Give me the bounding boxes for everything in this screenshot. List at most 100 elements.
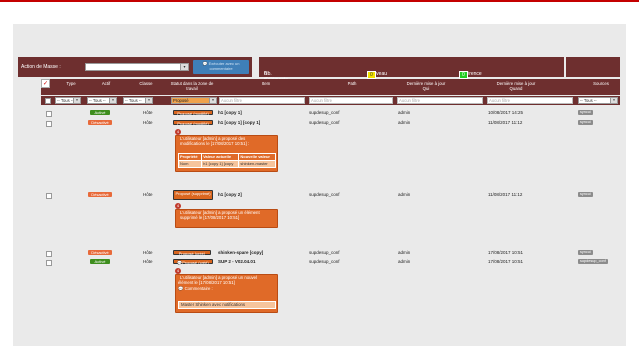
chevron-down-icon: ▾ bbox=[73, 98, 80, 103]
source-tag: syncui bbox=[578, 110, 593, 115]
item-cell[interactable]: h1 [copy 2] bbox=[218, 192, 242, 197]
filter-classe-select[interactable]: -- Tous -- ▾ bbox=[123, 97, 153, 104]
who-cell: admin bbox=[398, 120, 411, 125]
item-cell[interactable]: h1 [copy 1] [copy 1] bbox=[218, 120, 260, 125]
active-badge: Activé bbox=[90, 110, 110, 115]
filter-path-input[interactable]: Aucun filtre bbox=[309, 97, 393, 104]
status-badge[interactable]: Proposé (modifié) bbox=[173, 120, 213, 126]
path-cell: supdesup_conf bbox=[309, 259, 340, 264]
col-item[interactable]: Item bbox=[251, 81, 281, 86]
classe-cell: Hôte bbox=[143, 120, 153, 125]
row-checkbox[interactable] bbox=[46, 260, 52, 266]
col-active[interactable]: Actif bbox=[91, 81, 121, 86]
filter-when-input[interactable]: Aucun filtre bbox=[487, 97, 573, 104]
col-classe[interactable]: Classe bbox=[131, 81, 161, 86]
active-badge: Désactivé bbox=[88, 120, 112, 125]
filter-type-value: -- Tous -- bbox=[57, 98, 74, 103]
path-cell: supdesup_conf bbox=[309, 250, 340, 255]
source-tag: supdesup_conf bbox=[578, 259, 608, 264]
filter-row: -- Tous -- ▾ -- Tous -- ▾ -- Tous -- ▾ Prop… bbox=[41, 96, 620, 105]
execute-button-label: Exécuter avec un commentaire bbox=[208, 61, 240, 71]
change-table: Propriété Valeur actuelle Nouvelle valeur … bbox=[177, 153, 276, 168]
chevron-down-icon: ▾ bbox=[145, 98, 152, 103]
col-when: Quand bbox=[509, 86, 523, 91]
classe-cell: Hôte bbox=[143, 250, 153, 255]
status-label: Proposé (créé) bbox=[182, 260, 209, 265]
execute-with-comment-button[interactable]: 💬 Exécuter avec un commentaire bbox=[193, 60, 249, 74]
who-cell: admin bbox=[398, 250, 411, 255]
classe-cell: Hôte bbox=[143, 259, 153, 264]
path-cell: supdesup_conf bbox=[309, 110, 340, 115]
item-cell[interactable]: shinken-spare [copy] bbox=[218, 250, 263, 255]
source-tag: syncui bbox=[578, 192, 593, 197]
comment-text: Master Shinken avec notifications bbox=[178, 301, 276, 309]
active-badge: Désactivé bbox=[88, 192, 112, 197]
filter-statut-value: Proposé bbox=[173, 98, 189, 103]
filter-type-select[interactable]: -- Tous -- ▾ bbox=[55, 97, 81, 104]
who-cell: admin bbox=[398, 259, 411, 264]
comment-icon: 💬 bbox=[202, 61, 208, 66]
delete-popover: L'utilisateur [admin] a proposé un éléme… bbox=[175, 209, 278, 228]
mass-action-select[interactable]: ▾ bbox=[85, 63, 189, 71]
source-tag: syncui bbox=[578, 250, 593, 255]
filter-checkbox[interactable] bbox=[45, 98, 51, 104]
source-tag: syncui bbox=[578, 120, 593, 125]
th-current: Valeur actuelle bbox=[201, 153, 240, 161]
stats-bar-end bbox=[566, 57, 620, 77]
chevron-down-icon: ▾ bbox=[109, 98, 116, 103]
comment-heading: 💬 Commentaire : bbox=[176, 286, 277, 292]
chevron-down-icon: ▾ bbox=[180, 64, 188, 70]
filter-classe-value: -- Tous -- bbox=[125, 98, 142, 103]
comment-label: Commentaire : bbox=[184, 286, 213, 291]
when-cell: 10/08/2017 14:25 bbox=[488, 110, 524, 115]
filter-sources-value: -- Tous -- bbox=[580, 98, 597, 103]
path-cell: supdesup_conf bbox=[309, 120, 340, 125]
col-sources[interactable]: Sources bbox=[586, 81, 616, 86]
td-property: Nom bbox=[177, 160, 203, 168]
mass-action-bar: Action de Masse : ▾ 💬 Exécuter avec un c… bbox=[18, 57, 252, 77]
mass-action-label: Action de Masse : bbox=[21, 64, 61, 70]
item-cell[interactable]: SUP 2 - V02.04.01 bbox=[218, 259, 255, 264]
popover-text-2: modifications le [17/08/2017 10:51] : bbox=[180, 141, 250, 146]
col-path[interactable]: Path bbox=[337, 81, 367, 86]
classe-cell: Hôte bbox=[143, 192, 153, 197]
td-current: h1 [copy 1] [copy bbox=[201, 160, 240, 168]
who-cell: admin bbox=[398, 110, 411, 115]
th-property: Propriété bbox=[177, 153, 203, 161]
who-cell: admin bbox=[398, 192, 411, 197]
diff-count-badge[interactable]: 0 bbox=[459, 71, 468, 79]
path-cell: supdesup_conf bbox=[309, 192, 340, 197]
filter-active-select[interactable]: -- Tous -- ▾ bbox=[87, 97, 117, 104]
filter-active-value: -- Tous -- bbox=[89, 98, 106, 103]
filter-who-input[interactable]: Aucun filtre bbox=[397, 97, 483, 104]
classe-cell: Hôte bbox=[143, 110, 153, 115]
when-cell: 11/08/2017 11:12 bbox=[488, 192, 523, 197]
active-badge: Activé bbox=[90, 259, 110, 264]
select-all-checkbox[interactable]: ✓ bbox=[41, 79, 50, 88]
top-accent-line bbox=[0, 0, 639, 2]
when-cell: 17/08/2017 10:51 bbox=[488, 250, 524, 255]
row-checkbox[interactable] bbox=[46, 251, 52, 257]
table-header: Type Actif Classe Statut dans la zone de… bbox=[41, 79, 620, 95]
filter-statut-select[interactable]: Proposé ▾ bbox=[171, 97, 217, 104]
stats-bar: Nb. d'éléments : 0 / 5 Nouveau : 0 / 0 D… bbox=[259, 57, 564, 89]
col-who: Qui bbox=[422, 86, 430, 91]
filter-sources-select[interactable]: -- Tous -- ▾ bbox=[578, 97, 618, 104]
col-type[interactable]: Type bbox=[61, 81, 81, 86]
new-count-badge[interactable]: 0 bbox=[367, 71, 376, 79]
th-new: Nouvelle valeur bbox=[238, 153, 276, 161]
row-checkbox[interactable] bbox=[46, 111, 52, 117]
row-checkbox[interactable] bbox=[46, 121, 52, 127]
row-checkbox[interactable] bbox=[46, 193, 52, 199]
item-cell[interactable]: h1 [copy 1] bbox=[218, 110, 242, 115]
filter-item-input[interactable]: Aucun filtre bbox=[219, 97, 305, 104]
status-badge[interactable]: Proposé (modifié) bbox=[173, 110, 213, 116]
chevron-down-icon: ▾ bbox=[209, 98, 216, 103]
status-badge[interactable]: Proposé (créé) bbox=[173, 250, 211, 256]
status-badge[interactable]: 💬Proposé (créé) bbox=[173, 259, 213, 265]
create-popover: L'utilisateur [admin] a proposé un nouve… bbox=[175, 274, 278, 313]
popover-text-2: supprimé le [17/08/2017 10:51] bbox=[180, 215, 240, 220]
col-statut[interactable]: Statut dans la zone de travail bbox=[167, 81, 217, 91]
status-badge[interactable]: Proposé (supprimé) bbox=[173, 190, 213, 200]
chevron-down-icon: ▾ bbox=[610, 98, 617, 103]
